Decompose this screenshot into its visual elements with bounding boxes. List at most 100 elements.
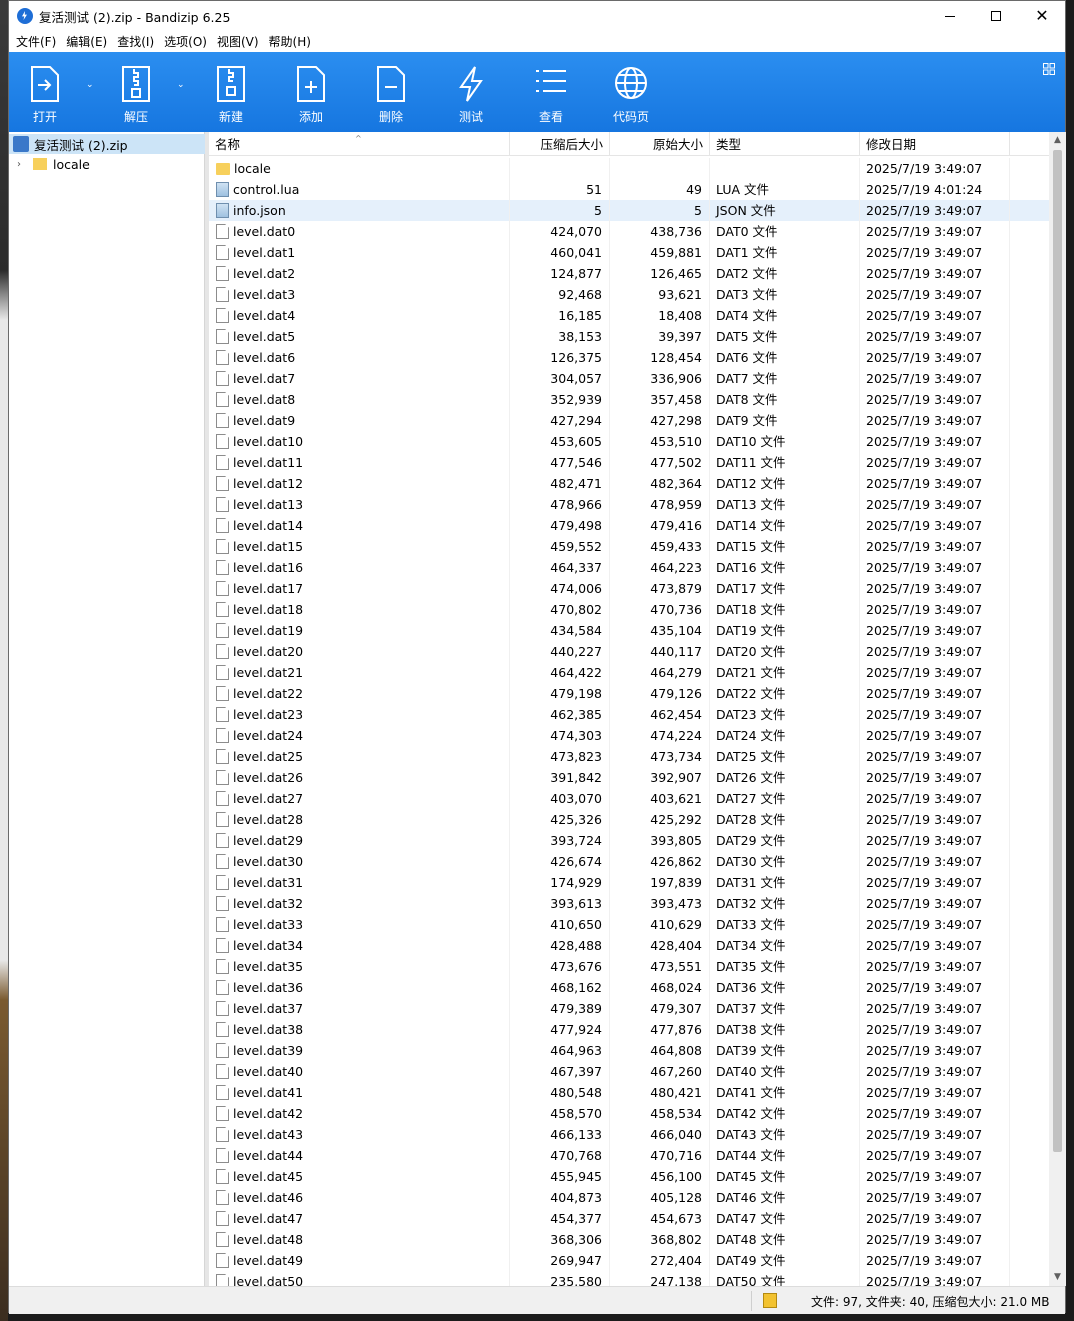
table-row[interactable]: level.dat32 393,613 393,473 DAT32 文件 2025/7/…: [209, 893, 1049, 914]
table-row[interactable]: locale 2025/7/19 3:49:07: [209, 158, 1049, 179]
table-row[interactable]: level.dat38 477,924 477,876 DAT38 文件 2025/7/…: [209, 1019, 1049, 1040]
table-row[interactable]: level.dat17 474,006 473,879 DAT17 文件 2025/7/…: [209, 578, 1049, 599]
table-row[interactable]: level.dat15 459,552 459,433 DAT15 文件 2025/7/…: [209, 536, 1049, 557]
table-row[interactable]: level.dat41 480,548 480,421 DAT41 文件 2025/7/…: [209, 1082, 1049, 1103]
table-row[interactable]: level.dat25 473,823 473,734 DAT25 文件 2025/7/…: [209, 746, 1049, 767]
table-row[interactable]: level.dat10 453,605 453,510 DAT10 文件 2025/7/…: [209, 431, 1049, 452]
table-row[interactable]: level.dat28 425,326 425,292 DAT28 文件 2025/7/…: [209, 809, 1049, 830]
chevron-right-icon[interactable]: ›: [17, 159, 27, 170]
codepage-button[interactable]: 代码页: [596, 52, 666, 132]
tree-item-archive-root[interactable]: 复活测试 (2).zip: [9, 134, 205, 154]
table-row[interactable]: level.dat23 462,385 462,454 DAT23 文件 2025/7/…: [209, 704, 1049, 725]
vertical-scrollbar[interactable]: ▲ ▼: [1049, 132, 1066, 1286]
column-name-label: 名称: [215, 137, 241, 152]
table-row[interactable]: level.dat24 474,303 474,224 DAT24 文件 2025/7/…: [209, 725, 1049, 746]
file-icon: [216, 791, 229, 806]
table-row[interactable]: level.dat13 478,966 478,959 DAT13 文件 2025/7/…: [209, 494, 1049, 515]
table-row[interactable]: info.json 5 5 JSON 文件 2025/7/19 3:49:07: [209, 200, 1049, 221]
table-row[interactable]: level.dat0 424,070 438,736 DAT0 文件 2025/7/19…: [209, 221, 1049, 242]
maximize-button[interactable]: [973, 1, 1019, 31]
layout-toggle-icon[interactable]: [1043, 63, 1055, 75]
table-row[interactable]: level.dat34 428,488 428,404 DAT34 文件 2025/7/…: [209, 935, 1049, 956]
table-row[interactable]: level.dat14 479,498 479,416 DAT14 文件 2025/7/…: [209, 515, 1049, 536]
table-row[interactable]: level.dat8 352,939 357,458 DAT8 文件 2025/7/19…: [209, 389, 1049, 410]
table-row[interactable]: level.dat7 304,057 336,906 DAT7 文件 2025/7/19…: [209, 368, 1049, 389]
table-row[interactable]: level.dat50 235,580 247,138 DAT50 文件 2025/7/…: [209, 1271, 1049, 1286]
table-row[interactable]: level.dat30 426,674 426,862 DAT30 文件 2025/7/…: [209, 851, 1049, 872]
scrollbar-thumb[interactable]: [1053, 150, 1062, 1152]
table-row[interactable]: level.dat46 404,873 405,128 DAT46 文件 2025/7/…: [209, 1187, 1049, 1208]
table-row[interactable]: level.dat9 427,294 427,298 DAT9 文件 2025/7/19…: [209, 410, 1049, 431]
open-button[interactable]: 打开: [10, 52, 80, 132]
cell-name: level.dat15: [209, 536, 510, 557]
add-button[interactable]: 添加: [276, 52, 346, 132]
table-row[interactable]: level.dat16 464,337 464,223 DAT16 文件 2025/7/…: [209, 557, 1049, 578]
table-row[interactable]: level.dat35 473,676 473,551 DAT35 文件 2025/7/…: [209, 956, 1049, 977]
table-row[interactable]: level.dat33 410,650 410,629 DAT33 文件 2025/7/…: [209, 914, 1049, 935]
open-dropdown-icon[interactable]: ⌄: [86, 80, 96, 90]
column-header-modified[interactable]: 修改日期: [860, 132, 1010, 156]
table-row[interactable]: level.dat22 479,198 479,126 DAT22 文件 2025/7/…: [209, 683, 1049, 704]
folder-tree: 复活测试 (2).zip › locale: [9, 132, 205, 1286]
table-row[interactable]: level.dat3 92,468 93,621 DAT3 文件 2025/7/19 3…: [209, 284, 1049, 305]
file-icon: [216, 1274, 229, 1286]
table-row[interactable]: level.dat29 393,724 393,805 DAT29 文件 2025/7/…: [209, 830, 1049, 851]
close-button[interactable]: ✕: [1019, 1, 1065, 31]
table-row[interactable]: level.dat12 482,471 482,364 DAT12 文件 2025/7/…: [209, 473, 1049, 494]
table-row[interactable]: level.dat37 479,389 479,307 DAT37 文件 2025/7/…: [209, 998, 1049, 1019]
new-button[interactable]: 新建: [196, 52, 266, 132]
table-row[interactable]: level.dat42 458,570 458,534 DAT42 文件 2025/7/…: [209, 1103, 1049, 1124]
extract-dropdown-icon[interactable]: ⌄: [177, 80, 187, 90]
table-row[interactable]: level.dat45 455,945 456,100 DAT45 文件 2025/7/…: [209, 1166, 1049, 1187]
table-row[interactable]: level.dat39 464,963 464,808 DAT39 文件 2025/7/…: [209, 1040, 1049, 1061]
table-row[interactable]: level.dat47 454,377 454,673 DAT47 文件 2025/7/…: [209, 1208, 1049, 1229]
column-header-packed-size[interactable]: 压缩后大小: [510, 132, 610, 156]
table-row[interactable]: level.dat1 460,041 459,881 DAT1 文件 2025/7/19…: [209, 242, 1049, 263]
table-row[interactable]: level.dat4 16,185 18,408 DAT4 文件 2025/7/19 3…: [209, 305, 1049, 326]
test-button[interactable]: 测试: [436, 52, 506, 132]
table-row[interactable]: level.dat27 403,070 403,621 DAT27 文件 2025/7/…: [209, 788, 1049, 809]
menu-options[interactable]: 选项(O): [159, 32, 212, 52]
cell-modified: 2025/7/19 3:49:07: [860, 662, 1010, 683]
delete-button[interactable]: 删除: [356, 52, 426, 132]
extract-button[interactable]: 解压: [101, 52, 171, 132]
table-row[interactable]: level.dat43 466,133 466,040 DAT43 文件 2025/7/…: [209, 1124, 1049, 1145]
table-row[interactable]: level.dat40 467,397 467,260 DAT40 文件 2025/7/…: [209, 1061, 1049, 1082]
table-row[interactable]: level.dat26 391,842 392,907 DAT26 文件 2025/7/…: [209, 767, 1049, 788]
menu-file[interactable]: 文件(F): [11, 32, 61, 52]
column-header-original-size[interactable]: 原始大小: [610, 132, 710, 156]
cell-original-size: 479,416: [610, 515, 710, 536]
cell-name: level.dat34: [209, 935, 510, 956]
table-row[interactable]: level.dat18 470,802 470,736 DAT18 文件 2025/7/…: [209, 599, 1049, 620]
cell-name: level.dat20: [209, 641, 510, 662]
minimize-button[interactable]: [927, 1, 973, 31]
menu-view[interactable]: 视图(V): [212, 32, 264, 52]
file-icon: [216, 749, 229, 764]
table-row[interactable]: level.dat36 468,162 468,024 DAT36 文件 2025/7/…: [209, 977, 1049, 998]
menu-help[interactable]: 帮助(H): [264, 32, 316, 52]
table-row[interactable]: level.dat21 464,422 464,279 DAT21 文件 2025/7/…: [209, 662, 1049, 683]
file-name: level.dat41: [233, 1085, 304, 1100]
tree-item-locale[interactable]: › locale: [9, 154, 205, 174]
menu-edit[interactable]: 编辑(E): [61, 32, 112, 52]
table-row[interactable]: control.lua 51 49 LUA 文件 2025/7/19 4:01:24: [209, 179, 1049, 200]
table-row[interactable]: level.dat20 440,227 440,117 DAT20 文件 2025/7/…: [209, 641, 1049, 662]
table-row[interactable]: level.dat49 269,947 272,404 DAT49 文件 2025/7/…: [209, 1250, 1049, 1271]
table-row[interactable]: level.dat11 477,546 477,502 DAT11 文件 2025/7/…: [209, 452, 1049, 473]
scroll-down-icon[interactable]: ▼: [1049, 1269, 1066, 1286]
title-bar[interactable]: 复活测试 (2).zip - Bandizip 6.25 ✕: [9, 1, 1065, 31]
column-header-type[interactable]: 类型: [710, 132, 860, 156]
cell-filler: [1010, 368, 1049, 389]
view-button[interactable]: 查看: [516, 52, 586, 132]
table-row[interactable]: level.dat19 434,584 435,104 DAT19 文件 2025/7/…: [209, 620, 1049, 641]
cell-original-size: 393,473: [610, 893, 710, 914]
menu-find[interactable]: 查找(I): [112, 32, 159, 52]
scroll-up-icon[interactable]: ▲: [1049, 132, 1066, 149]
table-row[interactable]: level.dat44 470,768 470,716 DAT44 文件 2025/7/…: [209, 1145, 1049, 1166]
table-row[interactable]: level.dat5 38,153 39,397 DAT5 文件 2025/7/19 3…: [209, 326, 1049, 347]
column-header-name[interactable]: 名称 ^: [209, 132, 510, 156]
table-row[interactable]: level.dat48 368,306 368,802 DAT48 文件 2025/7/…: [209, 1229, 1049, 1250]
table-row[interactable]: level.dat2 124,877 126,465 DAT2 文件 2025/7/19…: [209, 263, 1049, 284]
table-row[interactable]: level.dat31 174,929 197,839 DAT31 文件 2025/7/…: [209, 872, 1049, 893]
table-row[interactable]: level.dat6 126,375 128,454 DAT6 文件 2025/7/19…: [209, 347, 1049, 368]
